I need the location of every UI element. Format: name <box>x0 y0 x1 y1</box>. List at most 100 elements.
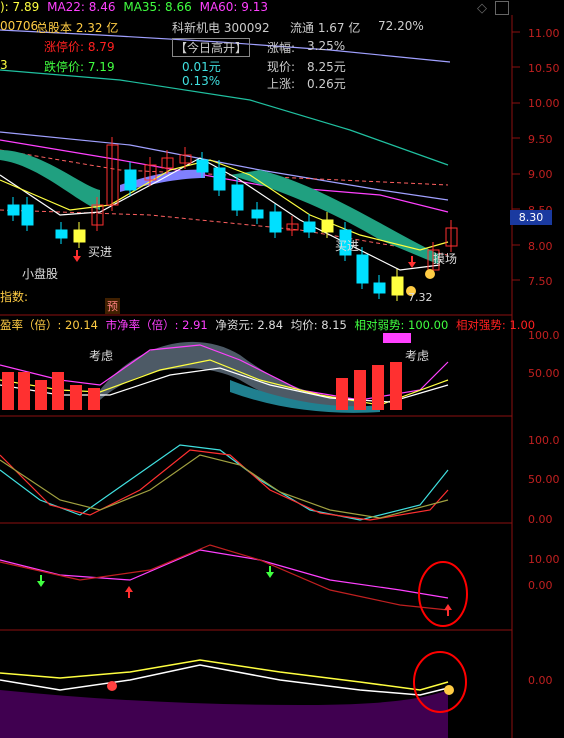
y-tick-8: 8.00 <box>528 240 553 253</box>
volume-bar <box>372 365 384 410</box>
limit-up-label: 涨停价: 8.79 <box>44 40 115 54</box>
up-arrow-icon <box>408 256 416 268</box>
ma22-value: MA22: 8.46 <box>47 0 116 14</box>
down-arrow-icon <box>37 575 45 587</box>
y-tick-950: 9.50 <box>528 133 553 146</box>
purple-fill <box>0 690 448 738</box>
volume-bar <box>354 370 366 410</box>
rise-value: 0.26元 <box>307 77 346 91</box>
price-label: 现价: <box>267 60 296 74</box>
candle <box>303 221 316 233</box>
candle <box>321 219 334 233</box>
volume-bar <box>52 372 64 410</box>
p5-yellow-line <box>0 659 449 691</box>
p3-tick-50: 50.00 <box>528 473 560 486</box>
p4-red-line <box>0 544 449 611</box>
indicator-header: 盈率（倍）: 20.14 市净率（倍）: 2.91 净资元: 2.84 均价: … <box>0 317 535 333</box>
candle <box>269 211 282 233</box>
p3-tick-100: 100.0 <box>528 434 560 447</box>
limit-down-label: 跌停价: 7.19 <box>44 60 115 74</box>
p5-tick-0: 0.00 <box>528 674 553 687</box>
total-shares: 总股本 2.32 亿 <box>36 21 119 35</box>
ma-header: ): 7.89 MA22: 8.46 MA35: 8.66 MA60: 9.13 <box>0 0 268 14</box>
candle <box>21 204 34 226</box>
money-bag-icon <box>444 685 454 695</box>
left-marker: 3 <box>0 58 8 72</box>
low-price-label: 7.32 <box>408 291 433 304</box>
p3-olive-line <box>0 454 449 519</box>
candle <box>373 282 386 294</box>
money-bag-icon <box>425 269 435 279</box>
volume-bar <box>88 388 100 410</box>
p5-white-line <box>0 664 449 696</box>
price-value: 8.25元 <box>307 60 346 74</box>
volume-bar <box>35 380 47 410</box>
current-price-tag: 8.30 <box>510 210 552 225</box>
stock-name-code: 科新机电 300092 <box>172 21 270 35</box>
ma-prefix: ): 7.89 <box>0 0 40 14</box>
change-pct-label: 涨幅: <box>267 41 296 55</box>
candle <box>73 229 86 243</box>
p4-magenta-line <box>0 549 449 599</box>
window-box-icon[interactable] <box>495 1 509 15</box>
candle <box>213 167 226 191</box>
pe-value: : 20.14 <box>57 318 98 332</box>
volume-bar <box>2 372 14 410</box>
candle <box>124 169 137 191</box>
p4-tick-10: 10.00 <box>528 553 560 566</box>
today-open-badge: 【今日高开】 <box>172 38 251 57</box>
volume-bar <box>18 372 30 410</box>
p3-tick-0: 0.00 <box>528 513 553 526</box>
candle <box>55 229 68 239</box>
volume-bar <box>336 378 348 410</box>
pb-label: 市净率（倍） <box>105 318 175 332</box>
open-amount: 0.01元 <box>182 60 221 74</box>
consider-label-2: 考虑 <box>405 349 430 363</box>
nav-value: 净资元: 2.84 <box>215 318 284 332</box>
y-tick-10: 10.00 <box>528 97 560 110</box>
p2-tick-50: 50.00 <box>528 367 560 380</box>
ma60-value: MA60: 9.13 <box>199 0 269 14</box>
y-tick-9: 9.00 <box>528 168 553 181</box>
candle <box>251 209 264 219</box>
signal-dot-icon <box>107 681 117 691</box>
avg-price: 均价: 8.15 <box>290 318 347 332</box>
code-left: 00706 <box>0 19 39 33</box>
pb-value: : 2.91 <box>174 318 208 332</box>
up-arrow-icon <box>73 250 81 262</box>
y-tick-11: 11.00 <box>528 27 560 40</box>
up-arrow-icon <box>125 586 133 598</box>
relative-strong: 相对强势: 1.00 <box>455 318 536 332</box>
relative-weak: 相对弱势: 100.00 <box>354 318 449 332</box>
buy-in-label-1: 买进 <box>88 245 113 259</box>
small-cap-label: 小盘股 <box>22 267 59 281</box>
pe-label: 盈率（倍） <box>0 318 58 332</box>
float-pct: 72.20% <box>378 19 424 33</box>
rise-label: 上涨: <box>267 77 296 91</box>
volume-bar <box>70 385 82 410</box>
consider-badge <box>383 333 411 343</box>
volume-bar <box>390 362 402 410</box>
ma35-value: MA35: 8.66 <box>123 0 192 14</box>
buy-in-label-2: 买进 <box>335 239 360 253</box>
open-percent: 0.13% <box>182 74 221 88</box>
candle <box>356 254 369 284</box>
y-tick-750: 7.50 <box>528 275 553 288</box>
chart-canvas <box>0 0 520 738</box>
candle <box>391 276 404 296</box>
p4-tick-0: 0.00 <box>528 579 553 592</box>
diamond-icon[interactable]: ◇ <box>477 1 487 16</box>
candle <box>231 184 244 211</box>
float-shares: 流通 1.67 亿 <box>290 21 361 35</box>
pre-badge: 预 <box>105 298 120 314</box>
stop-label: 摸场 <box>433 252 458 266</box>
consider-label-1: 考虑 <box>89 349 114 363</box>
gray-area <box>100 341 360 410</box>
index-label: 指数: <box>0 290 29 304</box>
y-tick-1050: 10.50 <box>528 62 560 75</box>
p2-tick-100: 100.0 <box>528 329 560 342</box>
candle <box>7 204 20 216</box>
down-arrow-icon <box>266 566 274 578</box>
candle <box>196 159 209 173</box>
up-arrow-icon <box>444 604 452 616</box>
